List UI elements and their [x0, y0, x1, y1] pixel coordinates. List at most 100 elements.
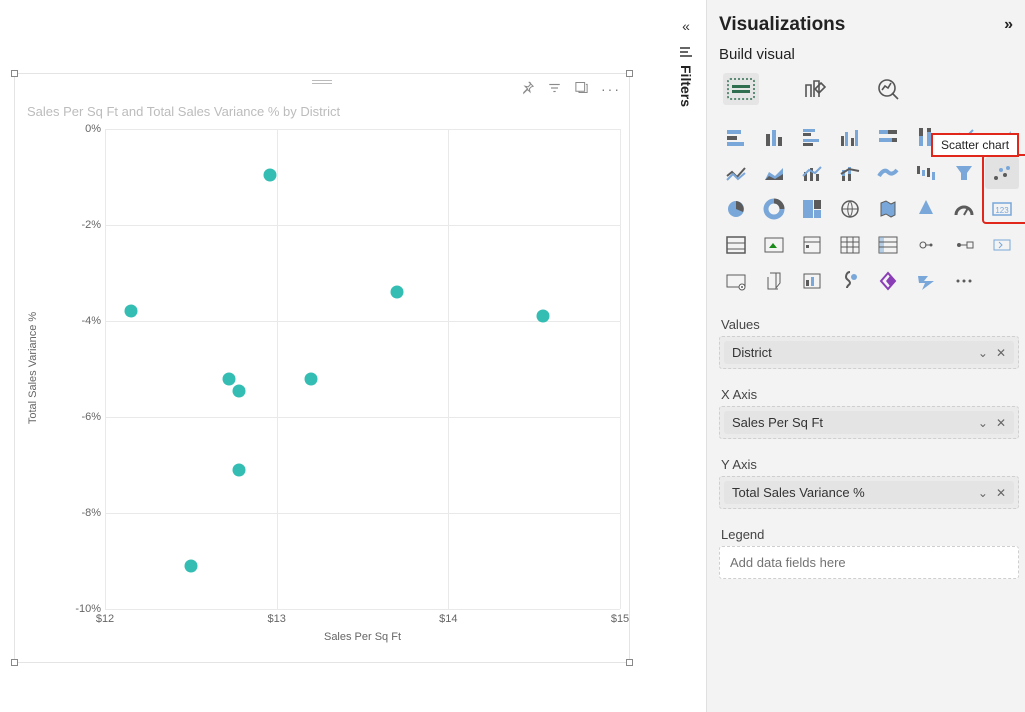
more-options-icon[interactable]: ··· [601, 81, 621, 97]
viz-stacked-bar-icon[interactable] [719, 121, 753, 153]
field-pill-district[interactable]: District ⌄ ✕ [724, 341, 1014, 364]
xaxis-well[interactable]: Sales Per Sq Ft ⌄ ✕ [719, 406, 1019, 439]
data-point[interactable] [124, 305, 137, 318]
chevron-down-icon[interactable]: ⌄ [978, 486, 988, 500]
viz-waterfall-icon[interactable] [909, 157, 943, 189]
plot-area: 0%-2%-4%-6%-8%-10% $12$13$14$15 Sales Pe… [105, 129, 620, 609]
viz-power-automate-icon[interactable] [909, 265, 943, 297]
viz-r-visual-icon[interactable] [909, 229, 943, 261]
viz-azure-map-icon[interactable] [909, 193, 943, 225]
viz-scatter-icon[interactable] [985, 157, 1019, 189]
viz-q-and-a-icon[interactable] [757, 265, 791, 297]
x-tick: $13 [267, 613, 285, 625]
data-point[interactable] [184, 559, 197, 572]
viz-smart-narrative-icon[interactable] [795, 265, 829, 297]
viz-funnel-icon[interactable] [947, 157, 981, 189]
drag-handle-icon[interactable] [312, 80, 332, 86]
viz-hundred-column-icon[interactable] [909, 121, 943, 153]
viz-combo-line-stack-icon[interactable] [833, 157, 867, 189]
viz-clustered-column-icon[interactable] [833, 121, 867, 153]
x-tick: $15 [611, 613, 629, 625]
data-point[interactable] [536, 310, 549, 323]
pin-icon[interactable] [520, 80, 535, 98]
svg-text:123: 123 [995, 206, 1009, 215]
viz-paginated-icon[interactable] [833, 265, 867, 297]
chart-title: Sales Per Sq Ft and Total Sales Variance… [27, 104, 340, 119]
viz-hundred-bar-icon[interactable] [871, 121, 905, 153]
viz-treemap-icon[interactable] [795, 193, 829, 225]
viz-card-icon[interactable]: 123 [985, 193, 1019, 225]
x-tick: $12 [96, 613, 114, 625]
remove-field-icon[interactable]: ✕ [996, 416, 1006, 430]
build-visual-tab[interactable] [723, 73, 759, 105]
pane-title: Visualizations [719, 14, 845, 36]
filters-pane-collapsed[interactable]: « Filters [676, 18, 696, 107]
remove-field-icon[interactable]: ✕ [996, 486, 1006, 500]
report-canvas: ··· Sales Per Sq Ft and Total Sales Vari… [0, 0, 666, 712]
viz-donut-icon[interactable] [757, 193, 791, 225]
expand-filters-icon[interactable]: « [676, 18, 696, 34]
viz-area-icon[interactable] [985, 121, 1019, 153]
viz-decomposition-icon[interactable] [719, 265, 753, 297]
x-axis-label: Sales Per Sq Ft [324, 631, 401, 643]
viz-matrix-icon[interactable] [871, 229, 905, 261]
expand-pane-icon[interactable]: » [1004, 16, 1013, 34]
y-tick: -4% [81, 315, 101, 327]
resize-handle[interactable] [626, 70, 633, 77]
chart-visual[interactable]: ··· Sales Per Sq Ft and Total Sales Vari… [14, 73, 630, 663]
viz-filled-map-icon[interactable] [871, 193, 905, 225]
filter-icon[interactable] [547, 81, 562, 98]
field-name: District [732, 345, 772, 360]
visual-type-gallery: Scatter chart 123 [719, 121, 1019, 299]
viz-python-visual-icon[interactable] [947, 229, 981, 261]
remove-field-icon[interactable]: ✕ [996, 346, 1006, 360]
analytics-tab[interactable] [871, 73, 907, 105]
viz-combo-line-col-icon[interactable] [795, 157, 829, 189]
viz-slicer-icon[interactable] [795, 229, 829, 261]
viz-clustered-bar-icon[interactable] [795, 121, 829, 153]
resize-handle[interactable] [626, 659, 633, 666]
viz-gauge-icon[interactable] [947, 193, 981, 225]
viz-stacked-column-icon[interactable] [757, 121, 791, 153]
resize-handle[interactable] [11, 659, 18, 666]
data-point[interactable] [390, 286, 403, 299]
legend-well[interactable]: Add data fields here [719, 546, 1019, 579]
viz-line-icon[interactable] [947, 121, 981, 153]
xaxis-label: X Axis [721, 387, 1019, 402]
focus-mode-icon[interactable] [574, 80, 589, 98]
values-well[interactable]: District ⌄ ✕ [719, 336, 1019, 369]
filters-label: Filters [678, 65, 694, 107]
viz-multi-card-icon[interactable] [719, 229, 753, 261]
data-point[interactable] [263, 168, 276, 181]
chevron-down-icon[interactable]: ⌄ [978, 346, 988, 360]
viz-pie-icon[interactable] [719, 193, 753, 225]
visualizations-pane: Visualizations » Build visual Scatter ch… [706, 0, 1025, 712]
viz-key-influencers-icon[interactable] [985, 229, 1019, 261]
values-label: Values [721, 317, 1019, 332]
field-pill-sales-sqft[interactable]: Sales Per Sq Ft ⌄ ✕ [724, 411, 1014, 434]
viz-line-chart-icon[interactable] [719, 157, 753, 189]
data-point[interactable] [305, 372, 318, 385]
yaxis-well[interactable]: Total Sales Variance % ⌄✕ [719, 476, 1019, 509]
viz-ribbon-icon[interactable] [871, 157, 905, 189]
viz-kpi-icon[interactable] [757, 229, 791, 261]
build-visual-label: Build visual [719, 46, 1019, 63]
format-visual-tab[interactable] [797, 73, 833, 105]
viz-more-icon[interactable] [947, 265, 981, 297]
viz-map-icon[interactable] [833, 193, 867, 225]
field-pill-variance[interactable]: Total Sales Variance % ⌄✕ [724, 481, 1014, 504]
yaxis-label: Y Axis [721, 457, 1019, 472]
viz-power-apps-icon[interactable] [871, 265, 905, 297]
viz-stacked-area-icon[interactable] [757, 157, 791, 189]
y-axis-label: Total Sales Variance % [27, 312, 39, 424]
data-point[interactable] [222, 372, 235, 385]
chevron-down-icon[interactable]: ⌄ [978, 416, 988, 430]
viz-table-icon[interactable] [833, 229, 867, 261]
legend-label: Legend [721, 527, 1019, 542]
data-point[interactable] [232, 463, 245, 476]
field-name: Sales Per Sq Ft [732, 415, 823, 430]
filters-icon [676, 46, 696, 61]
y-tick: -6% [81, 411, 101, 423]
data-point[interactable] [232, 384, 245, 397]
resize-handle[interactable] [11, 70, 18, 77]
